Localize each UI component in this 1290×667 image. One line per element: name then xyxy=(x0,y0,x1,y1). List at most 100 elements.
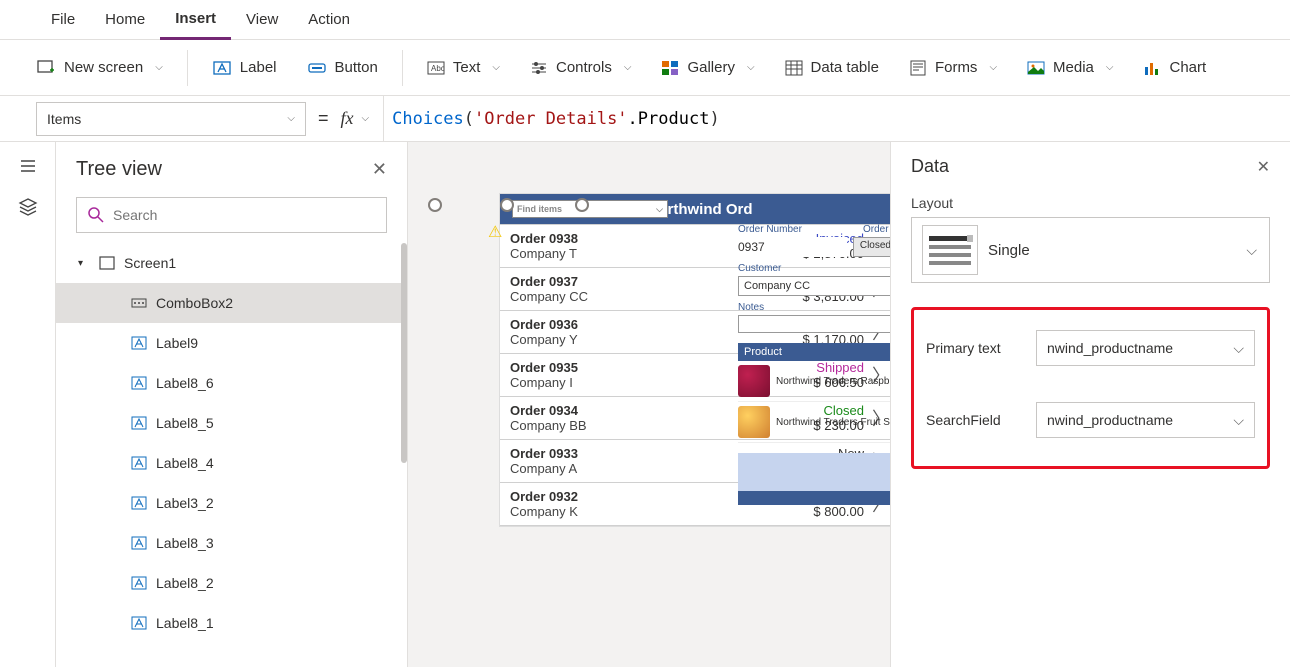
customer-value[interactable]: Company CC xyxy=(738,276,898,296)
tree-view-title: Tree view xyxy=(76,158,162,181)
text-label: Text xyxy=(453,59,481,76)
tree-item-label8_6[interactable]: Label8_6 xyxy=(56,363,407,403)
product-row[interactable]: Northwind Traders Raspb xyxy=(738,361,898,402)
property-name: Items xyxy=(47,111,81,127)
new-screen-label: New screen xyxy=(64,59,143,76)
media-label: Media xyxy=(1053,59,1094,76)
chevron-down-icon[interactable]: ⌵ xyxy=(362,113,370,124)
layout-selector[interactable]: Single ⌵ xyxy=(911,217,1270,283)
search-field-label: SearchField xyxy=(926,412,1036,428)
find-items-combobox[interactable]: Find items ⌵ xyxy=(512,200,668,218)
selection-handle[interactable] xyxy=(500,198,514,212)
primary-text-select[interactable]: nwind_productname ⌵ xyxy=(1036,330,1255,366)
hamburger-icon[interactable] xyxy=(18,156,38,179)
tree-item-label: Label3_2 xyxy=(156,495,214,511)
gallery-icon xyxy=(661,59,679,77)
formula-input[interactable]: Choices( 'Order Details'.Product ) xyxy=(383,96,1290,141)
chevron-down-icon: ⌵ xyxy=(656,204,663,215)
text-button[interactable]: Abc Text⌵ xyxy=(415,53,512,83)
data-table-label: Data table xyxy=(811,59,879,76)
tree-list: ▾Screen1ComboBox2Label9Label8_6Label8_5L… xyxy=(56,243,407,667)
menu-file[interactable]: File xyxy=(36,0,90,40)
button-button[interactable]: Button xyxy=(295,52,390,84)
tree-item-label8_3[interactable]: Label8_3 xyxy=(56,523,407,563)
media-button[interactable]: Media ⌵ xyxy=(1015,53,1125,83)
chevron-down-icon: ⌵ xyxy=(287,113,295,124)
tree-item-label8_1[interactable]: Label8_1 xyxy=(56,603,407,643)
find-items-placeholder: Find items xyxy=(517,204,562,214)
menu-view[interactable]: View xyxy=(231,0,293,40)
chevron-down-icon: ⌵ xyxy=(1106,62,1114,73)
menu-insert[interactable]: Insert xyxy=(160,0,231,40)
tree-item-label: Label8_6 xyxy=(156,375,214,391)
menu-action[interactable]: Action xyxy=(293,0,365,40)
chevron-down-icon: ⌵ xyxy=(1246,242,1269,259)
search-icon xyxy=(87,206,105,224)
label-icon xyxy=(130,414,148,432)
controls-button[interactable]: Controls ⌵ xyxy=(518,53,643,83)
chart-button[interactable]: Chart xyxy=(1131,53,1218,83)
data-table-icon xyxy=(785,59,803,77)
data-table-button[interactable]: Data table xyxy=(773,53,891,83)
button-button-label: Button xyxy=(335,59,378,76)
controls-label: Controls xyxy=(556,59,612,76)
order-detail-form: Order Number Order S 0937 Closed Custome… xyxy=(738,224,898,505)
product-name: Northwind Traders Fruit S xyxy=(776,417,890,428)
chart-icon xyxy=(1143,59,1161,77)
equals-sign: = xyxy=(306,108,341,129)
fx-label[interactable]: fx xyxy=(341,108,358,129)
selection-handle[interactable] xyxy=(428,198,442,212)
forms-button[interactable]: Forms ⌵ xyxy=(897,53,1009,83)
tree-item-label: Screen1 xyxy=(124,255,176,271)
chevron-down-icon: ⌵ xyxy=(1233,412,1244,429)
chevron-down-icon: ⌵ xyxy=(155,62,163,73)
label-button[interactable]: Label xyxy=(200,52,289,84)
tree-item-label: Label8_3 xyxy=(156,535,214,551)
formula-bar: Items ⌵ = fx ⌵ Choices( 'Order Details'.… xyxy=(0,96,1290,142)
primary-text-value: nwind_productname xyxy=(1047,340,1173,356)
customer-label: Customer xyxy=(738,263,781,274)
chevron-down-icon: ⌵ xyxy=(989,62,997,73)
caret-icon[interactable]: ▾ xyxy=(78,258,90,269)
search-input[interactable] xyxy=(113,207,376,223)
tree-search[interactable] xyxy=(76,197,387,233)
label-icon xyxy=(130,334,148,352)
label-icon xyxy=(130,534,148,552)
warning-icon: ⚠ xyxy=(488,222,502,242)
stripe xyxy=(738,453,898,491)
tree-item-label8_5[interactable]: Label8_5 xyxy=(56,403,407,443)
product-row[interactable]: Northwind Traders Fruit S xyxy=(738,402,898,443)
tree-item-label8_4[interactable]: Label8_4 xyxy=(56,443,407,483)
bar xyxy=(738,491,898,505)
gallery-button[interactable]: Gallery⌵ xyxy=(649,53,766,83)
layers-icon[interactable] xyxy=(18,197,38,220)
new-screen-button[interactable]: New screen ⌵ xyxy=(24,52,175,84)
menu-home[interactable]: Home xyxy=(90,0,160,40)
property-selector[interactable]: Items ⌵ xyxy=(36,102,306,136)
close-icon[interactable]: ✕ xyxy=(1257,157,1270,177)
layout-value: Single xyxy=(988,242,1242,259)
menubar: File Home Insert View Action xyxy=(0,0,1290,40)
tree-item-label3_2[interactable]: Label3_2 xyxy=(56,483,407,523)
tree-item-combobox2[interactable]: ComboBox2 xyxy=(56,283,407,323)
formula-string: 'Order Details' xyxy=(474,109,628,129)
scrollbar-thumb[interactable] xyxy=(401,243,407,463)
tree-item-screen1[interactable]: ▾ Screen1 xyxy=(56,243,407,283)
separator xyxy=(402,50,403,86)
close-icon[interactable]: ✕ xyxy=(372,159,387,180)
data-panel-title: Data xyxy=(911,156,949,177)
canvas[interactable]: Find items ⌵ Northwind Ord Order 0938Com… xyxy=(408,142,1290,667)
tree-item-label9[interactable]: Label9 xyxy=(56,323,407,363)
label-icon xyxy=(130,494,148,512)
forms-label: Forms xyxy=(935,59,978,76)
product-image xyxy=(738,365,770,397)
svg-text:Abc: Abc xyxy=(431,64,445,73)
search-field-select[interactable]: nwind_productname ⌵ xyxy=(1036,402,1255,438)
notes-value[interactable] xyxy=(738,315,898,333)
chevron-down-icon: ⌵ xyxy=(624,62,632,73)
screen-icon xyxy=(98,254,116,272)
ribbon: New screen⌵ Label Button Abc Text⌵ Contr… xyxy=(0,40,1290,96)
layout-thumb-icon xyxy=(922,225,978,275)
selection-handle[interactable] xyxy=(575,198,589,212)
tree-item-label8_2[interactable]: Label8_2 xyxy=(56,563,407,603)
